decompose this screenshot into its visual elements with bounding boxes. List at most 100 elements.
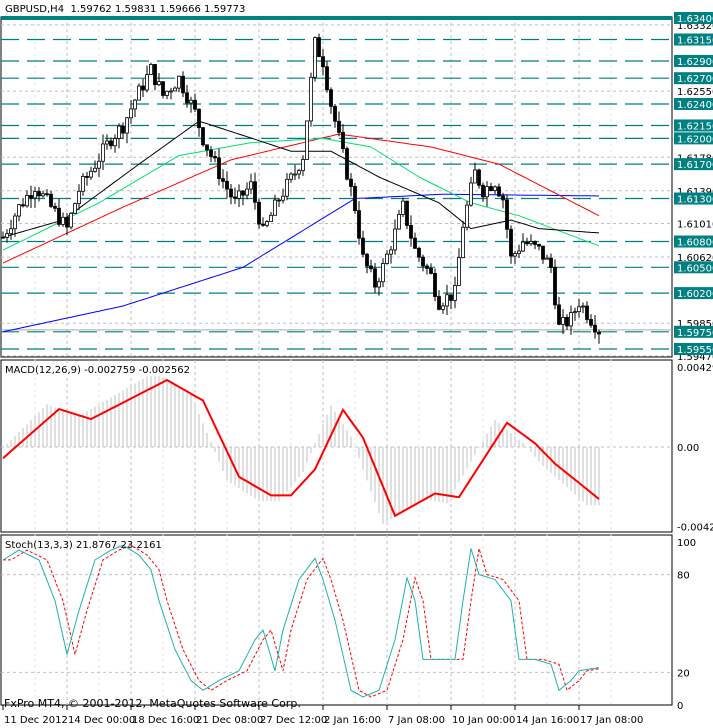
candle-body (369, 265, 373, 270)
candle (233, 187, 237, 205)
stoch-y-tick-label: 20 (677, 668, 690, 679)
candle-body (17, 204, 21, 217)
candle-body (353, 186, 357, 211)
candle (105, 134, 109, 150)
candle-body (273, 199, 277, 216)
candle (409, 215, 413, 247)
candle (405, 200, 409, 230)
candle (177, 75, 181, 93)
candle-body (41, 193, 45, 197)
candle (61, 212, 65, 227)
stoch-y-tick-label: 80 (677, 571, 690, 582)
candle-body (341, 131, 345, 150)
candle (493, 185, 497, 194)
candle-body (249, 181, 253, 190)
candle-body (297, 170, 301, 175)
candle (449, 294, 453, 310)
candle (165, 90, 169, 100)
candle-body (237, 190, 241, 199)
candle-body (365, 253, 369, 267)
candle (217, 148, 221, 186)
candle (365, 252, 369, 274)
chart-title: GBPUSD,H4 1.59762 1.59831 1.59666 1.5977… (5, 4, 245, 15)
level-tag-label: 1.63400 (677, 14, 713, 25)
candle (101, 134, 105, 171)
candle (45, 189, 49, 197)
candle (301, 155, 305, 176)
candle (465, 201, 469, 231)
candle-body (485, 186, 489, 198)
candle (89, 166, 93, 180)
price-chart[interactable]: 11 Dec 2012 14 Dec 00:0018 Dec 16:0021 De… (0, 0, 713, 728)
candle-body (61, 216, 65, 225)
candle-body (105, 140, 109, 145)
candle-body (289, 173, 293, 180)
candle-body (117, 125, 121, 139)
candle-body (349, 178, 353, 187)
level-tag-label: 1.62400 (677, 100, 713, 111)
candle-body (253, 181, 257, 203)
candle (317, 33, 321, 58)
candle-body (9, 228, 13, 235)
candle (209, 146, 213, 163)
candle-body (473, 169, 477, 184)
candle (21, 197, 25, 208)
candle-body (553, 266, 557, 306)
candle-body (453, 285, 457, 301)
candle (37, 187, 41, 202)
candle-body (281, 195, 285, 201)
symbol-label: GBPUSD,H4 (5, 4, 65, 15)
chart-window[interactable]: 11 Dec 2012 14 Dec 00:00 18 Dec 16:00 21 De… (0, 0, 713, 728)
candle-body (545, 257, 549, 260)
candle (5, 229, 9, 243)
candle-body (245, 188, 249, 196)
candle (313, 36, 317, 82)
candle-body (197, 108, 201, 129)
candle-body (313, 37, 317, 78)
candle-body (293, 173, 297, 176)
candle (213, 151, 217, 163)
candle (237, 184, 241, 207)
candle-body (549, 257, 553, 268)
candle (513, 250, 517, 265)
candle-body (441, 305, 445, 310)
candle (77, 184, 81, 211)
candle (597, 329, 601, 344)
candle (517, 244, 521, 258)
x-tick-label: 18 Dec 16:00 (132, 715, 199, 726)
candle-body (345, 148, 349, 180)
macd-y-tick-label: -0.00427 (677, 522, 713, 533)
candle (181, 71, 185, 98)
candle-body (321, 56, 325, 68)
candle (257, 198, 261, 229)
candle-body (229, 188, 233, 198)
candle-body (29, 195, 33, 199)
candle (445, 284, 449, 315)
candle (81, 173, 85, 196)
candle (369, 259, 373, 273)
candle (41, 190, 45, 198)
candle (201, 126, 205, 147)
candle-body (89, 170, 93, 178)
x-tick-label: 17 Jan 08:00 (580, 715, 643, 726)
candle (489, 182, 493, 192)
candle (381, 258, 385, 288)
candle-body (185, 92, 189, 104)
candle (49, 190, 53, 208)
level-tag-label: 1.60200 (677, 289, 713, 300)
stoch-title: Stoch(13,3,3) 21.8767 23.2161 (5, 540, 162, 551)
candle-body (205, 144, 209, 151)
candle (461, 220, 465, 259)
candle-body (173, 87, 177, 92)
candle (293, 164, 297, 180)
level-tag-label: 1.62000 (677, 134, 713, 145)
candle-body (201, 127, 205, 146)
candle (453, 276, 457, 309)
x-tick-label: 2 Jan 16:00 (324, 715, 381, 726)
candle-body (581, 305, 585, 308)
candle-body (305, 120, 309, 160)
candle (205, 144, 209, 157)
candle-body (53, 206, 57, 209)
candle-body (209, 149, 213, 157)
candle-body (589, 319, 593, 326)
